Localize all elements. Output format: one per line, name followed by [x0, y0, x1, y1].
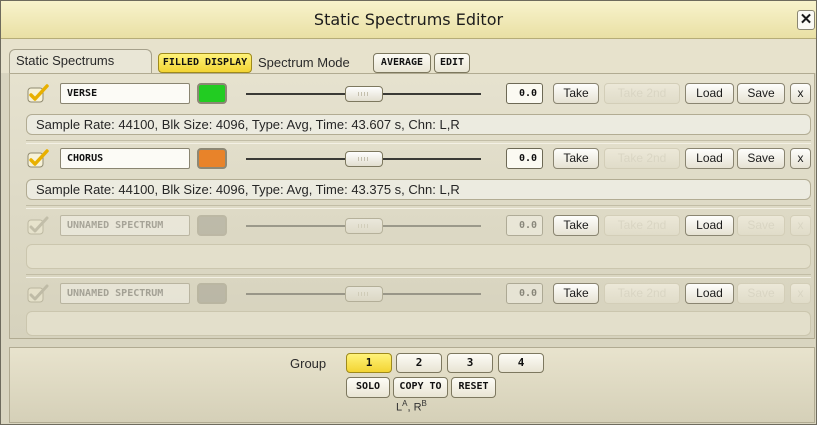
- group-panel: Group 1 2 3 4 SOLO COPY TO RESET LA, RB: [9, 347, 815, 423]
- take-2nd-button: Take 2nd: [604, 83, 680, 104]
- editor-window: Static Spectrums Editor ✕ Static Spectru…: [0, 0, 817, 425]
- window-title: Static Spectrums Editor: [313, 10, 504, 29]
- slider-thumb[interactable]: [344, 86, 383, 102]
- channel-routing: LA, RB: [396, 399, 427, 414]
- save-button[interactable]: Save: [737, 83, 785, 104]
- spectrum-info: Sample Rate: 44100, Blk Size: 4096, Type…: [26, 179, 811, 200]
- filled-display-button[interactable]: FILLED DISPLAY: [158, 53, 252, 73]
- reset-button[interactable]: RESET: [451, 377, 496, 398]
- close-button[interactable]: ✕: [797, 10, 815, 30]
- spectrum-name-field[interactable]: VERSE: [60, 83, 190, 104]
- group-4-button[interactable]: 4: [498, 353, 544, 373]
- load-button[interactable]: Load: [685, 148, 734, 169]
- edit-button[interactable]: EDIT: [434, 53, 470, 73]
- save-button: Save: [737, 215, 785, 236]
- spectrum-info: [26, 311, 811, 336]
- enable-checkbox[interactable]: [27, 284, 49, 304]
- tab-static-spectrums[interactable]: Static Spectrums: [9, 49, 152, 73]
- spectrum-info: [26, 244, 811, 269]
- grip-icon: [357, 224, 370, 228]
- color-swatch[interactable]: [197, 83, 227, 104]
- slider-thumb[interactable]: [344, 286, 383, 302]
- offset-value[interactable]: 0.0: [506, 83, 543, 104]
- slider-thumb[interactable]: [344, 218, 383, 234]
- load-button[interactable]: Load: [685, 283, 734, 304]
- take-2nd-button: Take 2nd: [604, 215, 680, 236]
- grip-icon: [357, 92, 370, 96]
- group-2-button[interactable]: 2: [396, 353, 442, 373]
- save-button[interactable]: Save: [737, 148, 785, 169]
- spectrum-info: Sample Rate: 44100, Blk Size: 4096, Type…: [26, 114, 811, 135]
- take-2nd-button: Take 2nd: [604, 283, 680, 304]
- solo-button[interactable]: SOLO: [346, 377, 390, 398]
- spectrum-name-field[interactable]: UNNAMED SPECTRUM: [60, 215, 190, 236]
- group-label: Group: [290, 356, 327, 371]
- take-button[interactable]: Take: [553, 83, 599, 104]
- color-swatch[interactable]: [197, 148, 227, 169]
- copy-to-button[interactable]: COPY TO: [393, 377, 448, 398]
- remove-button[interactable]: x: [790, 83, 811, 104]
- close-icon: ✕: [799, 11, 813, 28]
- color-swatch[interactable]: [197, 283, 227, 304]
- title-bar: Static Spectrums Editor ✕: [1, 1, 816, 39]
- take-2nd-button: Take 2nd: [604, 148, 680, 169]
- enable-checkbox[interactable]: [27, 216, 49, 236]
- spectrum-name-field[interactable]: UNNAMED SPECTRUM: [60, 283, 190, 304]
- take-button[interactable]: Take: [553, 215, 599, 236]
- remove-button: x: [790, 283, 811, 304]
- grip-icon: [357, 157, 370, 161]
- spectrum-mode-label: Spectrum Mode: [258, 55, 350, 70]
- divider: [26, 205, 811, 209]
- slider-thumb[interactable]: [344, 151, 383, 167]
- enable-checkbox[interactable]: [27, 84, 49, 104]
- remove-button[interactable]: x: [790, 148, 811, 169]
- spectrum-name-field[interactable]: CHORUS: [60, 148, 190, 169]
- save-button: Save: [737, 283, 785, 304]
- load-button[interactable]: Load: [685, 215, 734, 236]
- enable-checkbox[interactable]: [27, 149, 49, 169]
- group-1-button[interactable]: 1: [346, 353, 392, 373]
- take-button[interactable]: Take: [553, 148, 599, 169]
- divider: [26, 274, 811, 278]
- color-swatch[interactable]: [197, 215, 227, 236]
- grip-icon: [357, 292, 370, 296]
- remove-button: x: [790, 215, 811, 236]
- divider: [26, 140, 811, 144]
- average-mode-button[interactable]: AVERAGE: [373, 53, 431, 73]
- offset-value[interactable]: 0.0: [506, 148, 543, 169]
- offset-value[interactable]: 0.0: [506, 283, 543, 304]
- toolbar: Static Spectrums FILLED DISPLAY Spectrum…: [1, 39, 816, 73]
- offset-value[interactable]: 0.0: [506, 215, 543, 236]
- group-3-button[interactable]: 3: [447, 353, 493, 373]
- take-button[interactable]: Take: [553, 283, 599, 304]
- load-button[interactable]: Load: [685, 83, 734, 104]
